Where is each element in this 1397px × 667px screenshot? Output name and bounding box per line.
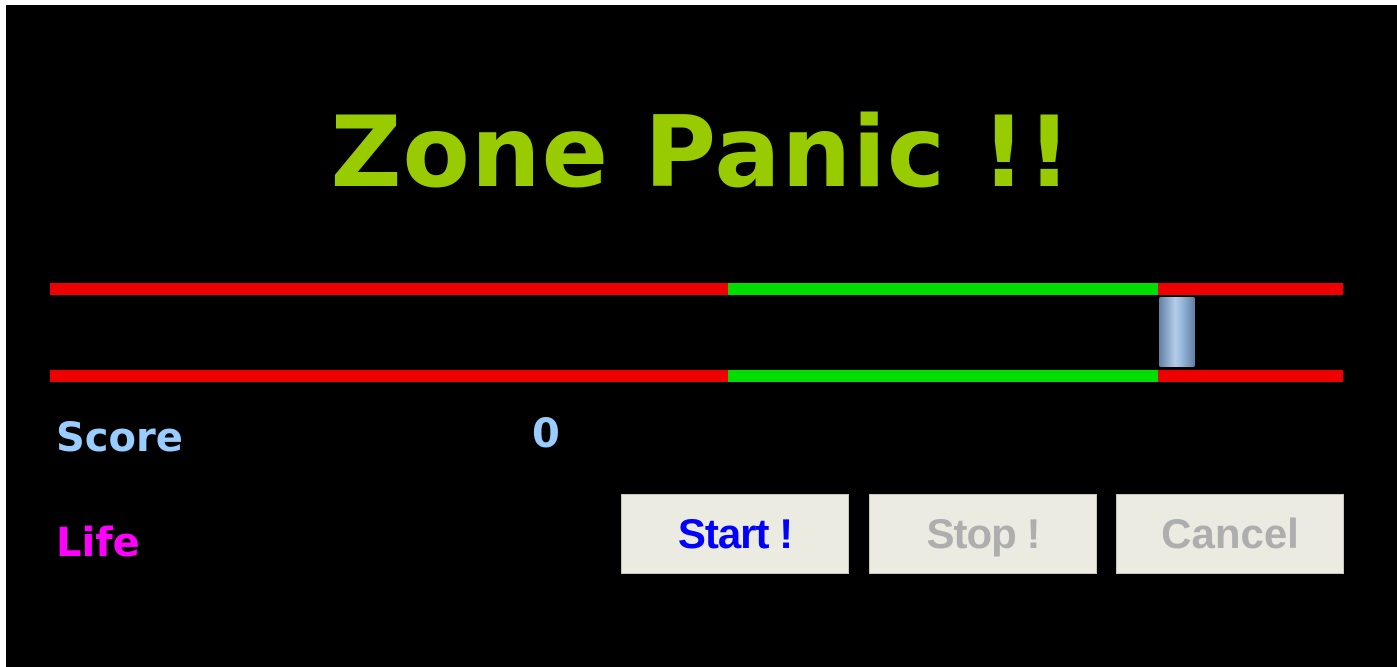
safe-zone-top: [727, 283, 1159, 295]
score-label: Score: [56, 415, 183, 461]
moving-marker: [1159, 297, 1196, 367]
cancel-button[interactable]: Cancel: [1116, 494, 1344, 574]
life-label: Life: [56, 520, 140, 566]
track-lane: [50, 295, 1343, 370]
start-button[interactable]: Start !: [621, 494, 849, 574]
score-value: 0: [532, 411, 560, 457]
game-title: Zone Panic !!: [330, 96, 1073, 210]
track-bottom-line: [50, 370, 1343, 382]
safe-zone-bottom: [727, 370, 1159, 382]
track-top-line: [50, 283, 1343, 295]
game-window: Zone Panic !! Score 0 Life Start ! Stop …: [6, 5, 1397, 667]
stop-button[interactable]: Stop !: [869, 494, 1097, 574]
